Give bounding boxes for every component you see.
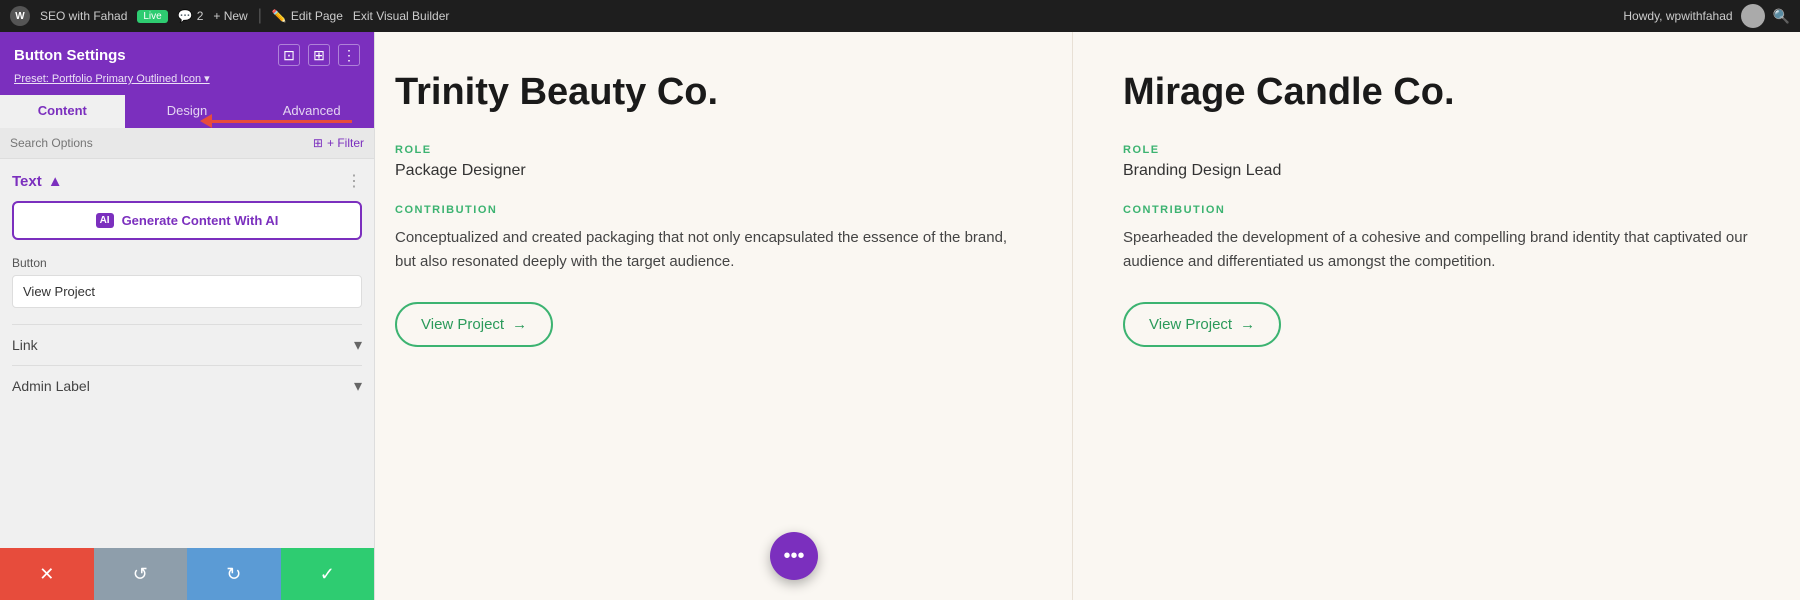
button-text-input[interactable] [12,275,362,308]
card-mirage-role-label: ROLE [1123,144,1750,156]
card-trinity-button-label: View Project [421,316,504,333]
main-layout: Button Settings ⊡ ⊞ ⋮ Preset: Portfolio … [0,32,1800,600]
arrow-head-icon [200,114,212,128]
save-icon: ✓ [320,564,335,585]
left-panel: Button Settings ⊡ ⊞ ⋮ Preset: Portfolio … [0,32,375,600]
fab-button[interactable]: ••• [770,532,818,580]
cancel-icon: ✕ [39,564,54,585]
search-input[interactable] [10,136,307,150]
admin-label-section-title: Admin Label [12,378,90,394]
link-chevron-icon: ▾ [354,335,362,355]
admin-bar-site-name[interactable]: SEO with Fahad [40,9,127,23]
card-mirage-button-label: View Project [1149,316,1232,333]
card-trinity-role-value: Package Designer [395,162,1022,180]
content-area: Trinity Beauty Co. ROLE Package Designer… [375,32,1800,600]
ai-generate-button[interactable]: AI Generate Content With AI [12,201,362,240]
panel-header: Button Settings ⊡ ⊞ ⋮ Preset: Portfolio … [0,32,374,95]
cards-container: Trinity Beauty Co. ROLE Package Designer… [375,32,1800,600]
admin-label-section-header[interactable]: Admin Label ▾ [12,376,362,396]
bottom-bar: ✕ ↺ ↻ ✓ [0,548,374,600]
ai-badge-icon: AI [96,213,114,228]
card-mirage-title: Mirage Candle Co. [1123,72,1750,114]
redo-icon: ↻ [226,564,241,585]
avatar [1741,4,1765,28]
card-mirage-contribution-label: CONTRIBUTION [1123,204,1750,216]
panel-title: Button Settings [14,47,126,64]
filter-icon: ⊞ [313,136,323,150]
card-trinity-arrow-icon: → [512,316,527,333]
panel-content: Text ▲ ⋮ AI Generate Content With AI But… [0,159,374,548]
filter-button[interactable]: ⊞ + Filter [313,136,364,150]
admin-bar-divider: | [258,7,262,25]
cancel-button[interactable]: ✕ [0,548,94,600]
link-section-header[interactable]: Link ▾ [12,335,362,355]
card-mirage-view-project-button[interactable]: View Project → [1123,302,1281,347]
panel-icon-more[interactable]: ⋮ [338,44,360,66]
panel-header-top: Button Settings ⊡ ⊞ ⋮ [14,44,360,66]
tab-content[interactable]: Content [0,95,125,128]
ai-generate-label: Generate Content With AI [122,213,279,228]
redo-button[interactable]: ↻ [187,548,281,600]
card-mirage-role-value: Branding Design Lead [1123,162,1750,180]
admin-bar-comments[interactable]: 💬 2 [178,9,204,23]
card-mirage: Mirage Candle Co. ROLE Branding Design L… [1073,32,1800,600]
admin-bar-right: Howdy, wpwithfahad 🔍 [1623,4,1790,28]
wp-logo-icon[interactable]: W [10,6,30,26]
card-trinity-view-project-button[interactable]: View Project → [395,302,553,347]
admin-bar-edit-page[interactable]: ✏️ Edit Page [272,9,343,23]
preset-text[interactable]: Preset: Portfolio Primary Outlined Icon … [14,72,210,85]
undo-button[interactable]: ↺ [94,548,188,600]
red-arrow-indicator [200,114,352,128]
panel-icon-resize[interactable]: ⊡ [278,44,300,66]
link-section-title: Link [12,337,38,353]
card-trinity-contribution-text: Conceptualized and created packaging tha… [395,226,1022,274]
text-section-toggle[interactable]: ▲ [48,173,63,190]
link-section: Link ▾ [12,324,362,365]
undo-icon: ↺ [133,564,148,585]
live-badge: Live [137,10,167,23]
button-section-label: Button [12,256,362,270]
admin-label-section: Admin Label ▾ [12,365,362,406]
search-bar: ⊞ + Filter [0,128,374,159]
filter-label: + Filter [327,136,364,150]
panel-icon-grid[interactable]: ⊞ [308,44,330,66]
panel-preset: Preset: Portfolio Primary Outlined Icon … [14,72,360,85]
panel-header-icons: ⊡ ⊞ ⋮ [278,44,360,66]
save-button[interactable]: ✓ [281,548,375,600]
admin-bar: W SEO with Fahad Live 💬 2 + New | ✏️ Edi… [0,0,1800,32]
search-icon[interactable]: 🔍 [1773,8,1790,25]
card-trinity-role-label: ROLE [395,144,1022,156]
card-mirage-contribution-text: Spearheaded the development of a cohesiv… [1123,226,1750,274]
text-section-label: Text [12,173,42,190]
text-section-title: Text ▲ [12,173,63,190]
admin-bar-greeting: Howdy, wpwithfahad [1623,9,1732,23]
arrow-line [212,120,352,123]
card-trinity-contribution-label: CONTRIBUTION [395,204,1022,216]
card-mirage-arrow-icon: → [1240,316,1255,333]
card-trinity-title: Trinity Beauty Co. [395,72,1022,114]
admin-bar-left: W SEO with Fahad Live 💬 2 + New | ✏️ Edi… [10,6,1611,26]
text-section-header: Text ▲ ⋮ [12,171,362,191]
admin-bar-new[interactable]: + New [213,9,247,23]
admin-bar-exit-builder[interactable]: Exit Visual Builder [353,9,450,23]
text-section-more[interactable]: ⋮ [346,171,362,191]
card-trinity: Trinity Beauty Co. ROLE Package Designer… [375,32,1073,600]
admin-label-chevron-icon: ▾ [354,376,362,396]
